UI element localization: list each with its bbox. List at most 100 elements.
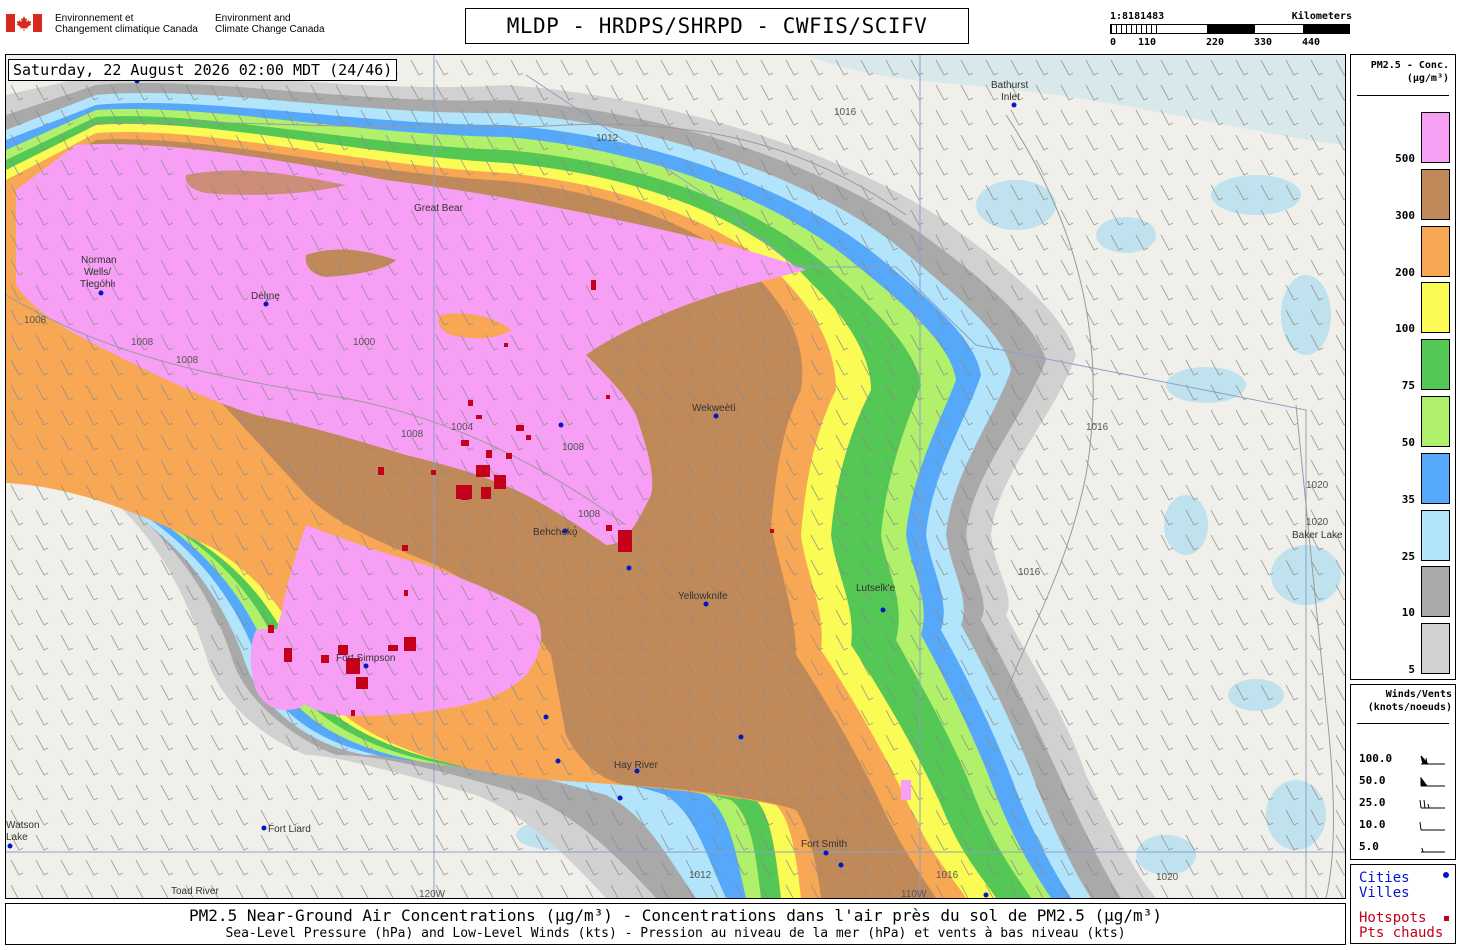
place-label: Bathurst bbox=[991, 80, 1028, 91]
wind-barb-icon bbox=[1419, 821, 1445, 831]
wind-barb-icon bbox=[1421, 847, 1445, 853]
place-label: Toad River bbox=[171, 886, 219, 897]
pm25-level-label: 300 bbox=[1395, 208, 1415, 222]
scale-tick: 0 bbox=[1110, 37, 1117, 48]
place-label: Baker Lake bbox=[1292, 530, 1343, 541]
place-label: Fort Simpson bbox=[336, 653, 395, 664]
wind-legend-row: 50.0 bbox=[1359, 774, 1451, 788]
pm25-legend-title-line1: PM2.5 - Conc. bbox=[1370, 60, 1449, 71]
scale-bar: 1:8181483 Kilometers 0 110 220 330 440 bbox=[1110, 10, 1352, 52]
isobar-label: 1020 bbox=[1306, 517, 1329, 528]
pm25-level-label: 100 bbox=[1395, 322, 1415, 336]
hotspots-legend: Hotspots Pts chauds bbox=[1359, 911, 1443, 941]
wind-legend-row: 100.0 bbox=[1359, 752, 1451, 766]
place-label: Délı̨nę bbox=[251, 291, 280, 302]
wind-barbs-overlay bbox=[6, 55, 1345, 898]
map-canvas: 1016 1012 1008 1008 1008 1000 1008 1004 … bbox=[6, 55, 1345, 898]
pm25-level-label: 10 bbox=[1401, 606, 1415, 620]
gov-en-line2: Climate Change Canada bbox=[215, 24, 325, 35]
pm25-legend-title: PM2.5 - Conc. (µg/m³) bbox=[1351, 59, 1449, 85]
meridian-label: 110W bbox=[901, 889, 927, 898]
wind-legend-row: 25.0 bbox=[1359, 796, 1451, 810]
smoke-forecast-map[interactable]: 1016 1012 1008 1008 1008 1000 1008 1004 … bbox=[5, 54, 1346, 899]
isobar-label: 1008 bbox=[562, 442, 585, 453]
place-label: Lutselk'e bbox=[856, 583, 896, 594]
pm25-level-label: 25 bbox=[1401, 549, 1415, 563]
isobar-label: 1000 bbox=[353, 337, 376, 348]
gov-name-english: Environment and Climate Change Canada bbox=[215, 13, 325, 35]
caption-line-2: Sea-Level Pressure (hPa) and Low-Level W… bbox=[225, 926, 1126, 941]
wind-barb-icon bbox=[1419, 799, 1445, 809]
scale-tick: 220 bbox=[1206, 37, 1225, 48]
wind-speed-label: 100.0 bbox=[1359, 752, 1393, 765]
isobar-label: 1012 bbox=[596, 133, 619, 144]
page-title: MLDP - HRDPS/SHRPD - CWFIS/SCIFV bbox=[465, 8, 969, 44]
isobar-label: 1020 bbox=[1306, 480, 1329, 491]
isobar-label: 1008 bbox=[131, 337, 154, 348]
pm25-swatch bbox=[1421, 452, 1450, 504]
forecast-timestamp: Saturday, 22 August 2026 02:00 MDT (24/4… bbox=[8, 59, 398, 81]
city-dot-icon bbox=[1443, 872, 1449, 878]
cities-label-en: Cities bbox=[1359, 870, 1410, 886]
pm25-swatch bbox=[1421, 225, 1450, 277]
pm25-level-label: 200 bbox=[1395, 265, 1415, 279]
cities-legend: Cities Villes bbox=[1359, 871, 1410, 901]
caption-line-1: PM2.5 Near-Ground Air Concentrations (µg… bbox=[189, 906, 1162, 925]
place-label: Wells/ bbox=[84, 267, 111, 278]
pm25-level-label: 5 bbox=[1408, 663, 1415, 677]
gov-name-french: Environnement et Changement climatique C… bbox=[55, 13, 198, 35]
meridian-label: 120W bbox=[419, 889, 446, 898]
hotspots-label-fr: Pts chauds bbox=[1359, 925, 1444, 941]
scale-tick: 110 bbox=[1138, 37, 1157, 48]
pm25-swatch bbox=[1421, 339, 1450, 391]
canada-flag-icon bbox=[6, 14, 42, 32]
isobar-label: 1016 bbox=[936, 870, 959, 881]
place-label: Norman bbox=[81, 255, 117, 266]
pm25-level-label: 500 bbox=[1395, 152, 1415, 165]
wind-speed-label: 5.0 bbox=[1359, 840, 1379, 853]
scale-unit: Kilometers bbox=[1291, 11, 1352, 22]
pm25-swatch bbox=[1421, 112, 1450, 163]
isobar-label: 1020 bbox=[1156, 872, 1179, 883]
isobar-label: 1016 bbox=[1086, 422, 1109, 433]
isobar-label: 1008 bbox=[578, 509, 601, 520]
isobar-label: 1012 bbox=[689, 870, 712, 881]
wind-legend: Winds/Vents (knots/noeuds) 100.0 50.0 25… bbox=[1350, 684, 1456, 860]
wind-legend-row: 10.0 bbox=[1359, 818, 1451, 832]
pm25-swatch bbox=[1421, 509, 1450, 561]
isobar-label: 1008 bbox=[24, 315, 47, 326]
hotspot-square-icon bbox=[1444, 916, 1449, 921]
wind-speed-label: 10.0 bbox=[1359, 818, 1386, 831]
wind-speed-label: 50.0 bbox=[1359, 774, 1386, 787]
pm25-level-label: 75 bbox=[1401, 379, 1415, 393]
isobar-label: 1016 bbox=[834, 107, 857, 118]
gov-fr-line2: Changement climatique Canada bbox=[55, 24, 198, 35]
wind-legend-title-line2: (knots/noeuds) bbox=[1367, 702, 1452, 713]
place-label: Tłegóhłı bbox=[80, 279, 116, 290]
pm25-swatch bbox=[1421, 566, 1450, 618]
pm25-swatch bbox=[1421, 623, 1450, 675]
place-label: Hay River bbox=[614, 760, 659, 771]
pm25-level-label: 35 bbox=[1401, 492, 1415, 506]
place-label: Behchokǫ̀ bbox=[533, 525, 578, 538]
place-label: Watson bbox=[6, 820, 40, 831]
pm25-legend-title-line2: (µg/m³) bbox=[1406, 73, 1449, 84]
wind-legend-row: 5.0 bbox=[1359, 840, 1451, 854]
pm25-swatch bbox=[1421, 168, 1450, 220]
hotspots-label-en: Hotspots bbox=[1359, 910, 1427, 926]
map-caption: PM2.5 Near-Ground Air Concentrations (µg… bbox=[5, 903, 1346, 945]
pm25-swatch bbox=[1421, 396, 1450, 447]
isobar-label: 1008 bbox=[176, 355, 199, 366]
wind-barb-icon bbox=[1420, 776, 1445, 787]
place-label: Yellowknife bbox=[678, 591, 728, 602]
scale-ratio: 1:8181483 bbox=[1110, 11, 1165, 22]
scale-bar-graphic bbox=[1110, 24, 1350, 34]
place-label: Fort Liard bbox=[268, 824, 311, 835]
pm25-legend: PM2.5 - Conc. (µg/m³) 500 300 200 100 75 50 35… bbox=[1350, 54, 1456, 680]
gov-fr-line1: Environnement et bbox=[55, 13, 134, 24]
wind-legend-title-line1: Winds/Vents bbox=[1385, 689, 1452, 700]
pm25-swatch bbox=[1421, 282, 1450, 334]
pm25-level-label: 50 bbox=[1401, 436, 1415, 449]
cities-label-fr: Villes bbox=[1359, 885, 1410, 901]
wind-speed-label: 25.0 bbox=[1359, 796, 1386, 809]
